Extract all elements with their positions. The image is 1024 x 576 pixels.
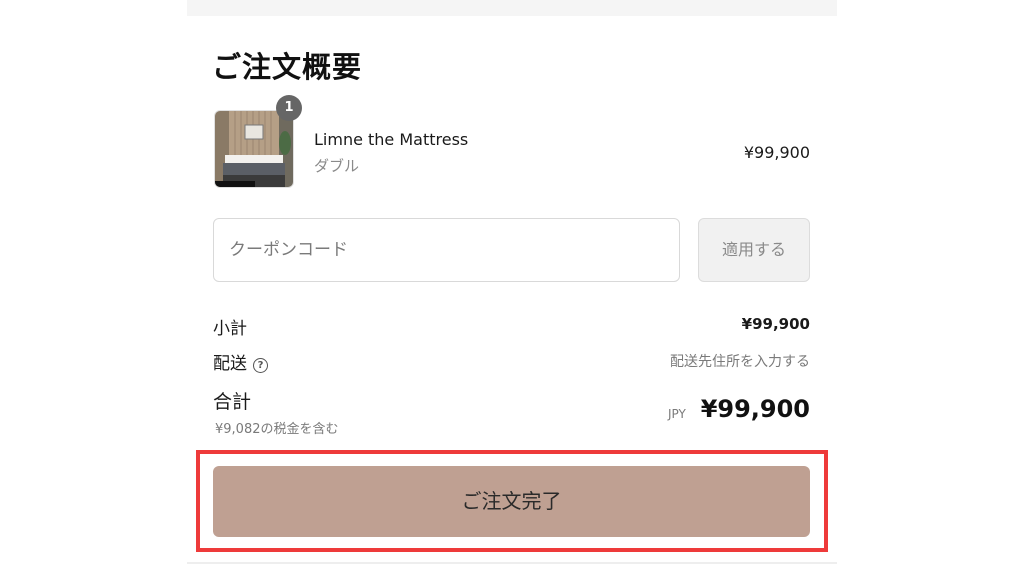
product-price: ¥99,900: [743, 143, 810, 162]
mattress-image-icon: [215, 111, 293, 187]
total-label: 合計: [213, 391, 252, 413]
complete-order-button[interactable]: ご注文完了: [213, 466, 810, 537]
shipping-label: 配送: [213, 354, 247, 374]
apply-coupon-button[interactable]: 適用する: [698, 218, 810, 282]
shipping-value: 配送先住所を入力する: [670, 354, 810, 370]
coupon-code-input[interactable]: [213, 218, 680, 282]
info-icon[interactable]: ?: [253, 358, 268, 373]
tax-note: ¥9,082の税金を含む: [215, 422, 339, 437]
product-variant: ダブル: [314, 157, 360, 175]
subtotal-value: ¥99,900: [741, 315, 810, 333]
quantity-badge: 1: [276, 95, 302, 121]
bottom-divider: [187, 562, 837, 564]
page-title: ご注文概要: [212, 50, 363, 84]
product-thumbnail: [214, 110, 294, 188]
product-name: Limne the Mattress: [314, 130, 469, 149]
currency-code: JPY: [668, 407, 686, 421]
total-value: ¥99,900: [700, 395, 810, 423]
shipping-row: 配送?: [213, 349, 268, 374]
top-divider-strip: [187, 0, 837, 16]
subtotal-label: 小計: [213, 319, 247, 339]
